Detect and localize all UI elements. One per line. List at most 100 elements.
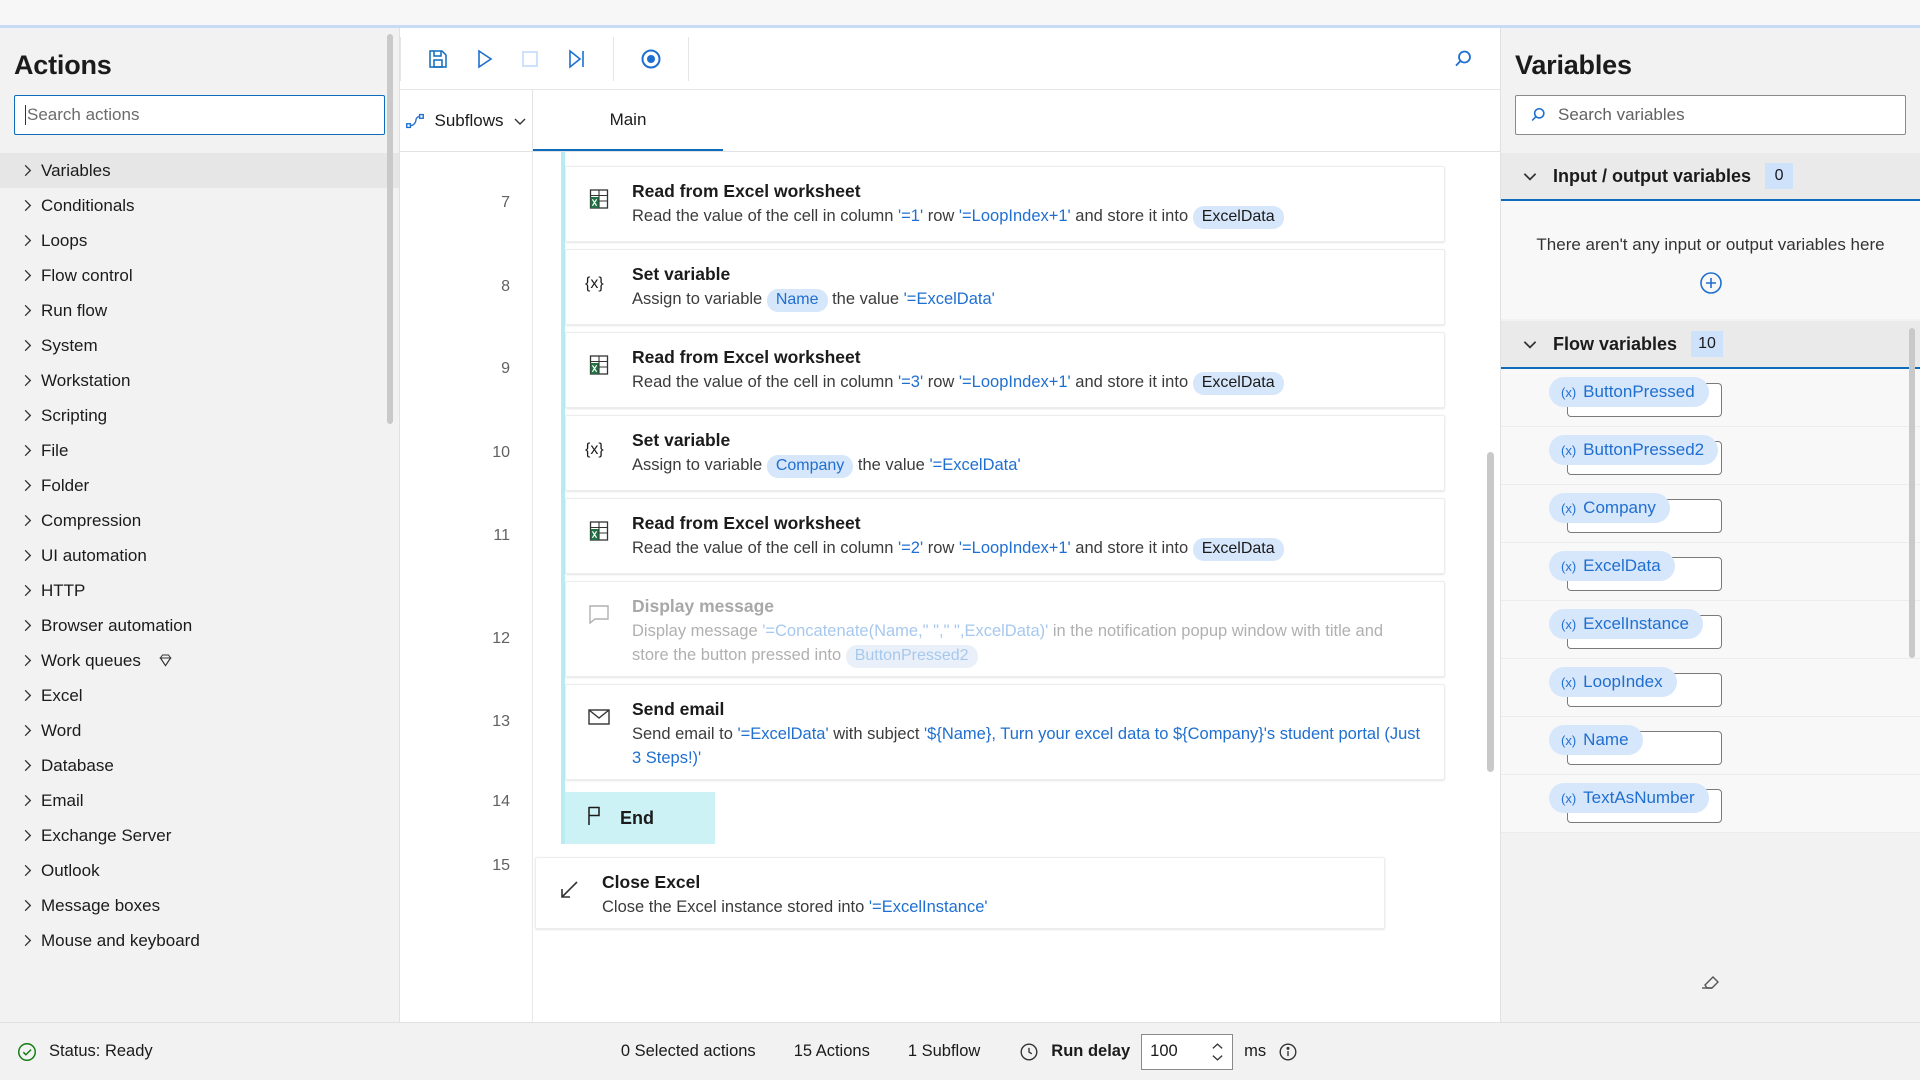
action-card[interactable]: {x} Set variable Assign to variable Compan… <box>565 415 1445 491</box>
run-next-action-button[interactable] <box>553 37 599 81</box>
search-icon[interactable] <box>1440 37 1486 81</box>
add-io-variable-button[interactable] <box>1501 269 1920 319</box>
flow-variables-section-header[interactable]: Flow variables 10 <box>1501 321 1920 369</box>
sidebar-item-label: Browser automation <box>41 615 193 635</box>
description-text: Read the value of the cell in column <box>632 207 898 226</box>
flow-variable-row[interactable]: (x) Company <box>1501 485 1920 543</box>
variable-pill[interactable]: (x) ExcelInstance <box>1549 609 1704 639</box>
sidebar-item-flow-control[interactable]: Flow control <box>0 258 399 293</box>
end-block[interactable]: End <box>565 792 715 844</box>
action-card[interactable]: Display message Display message '=Concate… <box>565 581 1445 677</box>
expression-text: '=ExcelInstance' <box>868 898 988 917</box>
flow-variable-row[interactable]: (x) ButtonPressed2 <box>1501 427 1920 485</box>
sidebar-item-browser-automation[interactable]: Browser automation <box>0 608 399 643</box>
variable-type-icon: (x) <box>1561 616 1577 632</box>
tab-main[interactable]: Main <box>533 90 723 151</box>
variable-pill[interactable]: (x) ButtonPressed <box>1549 377 1709 407</box>
run-delay-stepper[interactable]: 100 <box>1141 1033 1234 1070</box>
description-text: Read the value of the cell in column <box>632 539 898 558</box>
run-button[interactable] <box>461 37 507 81</box>
sidebar-item-loops[interactable]: Loops <box>0 223 399 258</box>
canvas-scrollbar[interactable] <box>1487 452 1494 772</box>
actions-search-wrap: Search actions <box>0 95 399 153</box>
sidebar-item-database[interactable]: Database <box>0 748 399 783</box>
sidebar-item-exchange-server[interactable]: Exchange Server <box>0 818 399 853</box>
sidebar-item-mouse-and-keyboard[interactable]: Mouse and keyboard <box>0 923 399 958</box>
action-description: Assign to variable Company the value '=E… <box>632 453 1424 479</box>
variable-pill[interactable]: (x) TextAsNumber <box>1549 783 1709 813</box>
flow-variable-row[interactable]: (x) ExcelInstance <box>1501 601 1920 659</box>
sidebar-item-label: Loops <box>41 230 88 250</box>
sidebar-item-message-boxes[interactable]: Message boxes <box>0 888 399 923</box>
input-output-variables-section: Input / output variables 0 There aren't … <box>1501 153 1920 319</box>
sidebar-item-run-flow[interactable]: Run flow <box>0 293 399 328</box>
flow-variable-row[interactable]: (x) LoopIndex <box>1501 659 1920 717</box>
eraser-icon[interactable] <box>1698 969 1724 1000</box>
line-number: 7 <box>501 194 510 211</box>
expression-text: '=1' <box>898 207 924 226</box>
flow-variable-row[interactable]: (x) Name <box>1501 717 1920 775</box>
tabs-empty-area <box>723 90 1500 151</box>
stepper-arrows[interactable] <box>1211 1042 1224 1062</box>
sidebar-item-compression[interactable]: Compression <box>0 503 399 538</box>
sidebar-item-variables[interactable]: Variables <box>0 153 399 188</box>
flow-variable-row[interactable]: (x) ExcelData <box>1501 543 1920 601</box>
variables-scrollbar[interactable] <box>1909 328 1915 658</box>
variable-pill[interactable]: (x) ButtonPressed2 <box>1549 435 1719 465</box>
sidebar-item-outlook[interactable]: Outlook <box>0 853 399 888</box>
sidebar-item-folder[interactable]: Folder <box>0 468 399 503</box>
end-block-label: End <box>620 807 654 828</box>
chevron-right-icon <box>20 898 38 913</box>
record-button[interactable] <box>628 37 674 81</box>
variable-pill[interactable]: (x) Name <box>1549 725 1643 755</box>
sidebar-item-word[interactable]: Word <box>0 713 399 748</box>
sidebar-item-file[interactable]: File <box>0 433 399 468</box>
action-card[interactable]: Read from Excel worksheet Read the value … <box>565 332 1445 408</box>
flow-variables-list[interactable]: (x) ButtonPressed (x) ButtonPressed2 (x) Comp… <box>1501 369 1920 833</box>
sidebar-item-work-queues[interactable]: Work queues <box>0 643 399 678</box>
sidebar-item-label: Exchange Server <box>41 825 172 845</box>
chevron-right-icon <box>20 583 38 598</box>
flow-variable-row[interactable]: (x) ButtonPressed <box>1501 369 1920 427</box>
sidebar-item-conditionals[interactable]: Conditionals <box>0 188 399 223</box>
flow-variable-row[interactable]: (x) TextAsNumber <box>1501 775 1920 833</box>
sidebar-item-label: Flow control <box>41 265 133 285</box>
variable-pill[interactable]: (x) Company <box>1549 493 1670 523</box>
power-automate-desktop-window: Actions Search actions Variables Conditio… <box>0 0 1920 1080</box>
action-card[interactable]: Read from Excel worksheet Read the value … <box>565 166 1445 242</box>
action-description: Read the value of the cell in column '=3… <box>632 370 1424 396</box>
action-card[interactable]: Close Excel Close the Excel instance stor… <box>535 857 1385 929</box>
sidebar-item-excel[interactable]: Excel <box>0 678 399 713</box>
action-card[interactable]: {x} Set variable Assign to variable Name t… <box>565 249 1445 325</box>
flow-rows-area[interactable]: Read from Excel worksheet Read the value … <box>533 152 1500 1022</box>
sidebar-item-system[interactable]: System <box>0 328 399 363</box>
action-card[interactable]: Read from Excel worksheet Read the value … <box>565 498 1445 574</box>
sidebar-item-ui-automation[interactable]: UI automation <box>0 538 399 573</box>
search-actions-input[interactable]: Search actions <box>14 95 385 135</box>
subflows-dropdown[interactable]: Subflows <box>400 90 533 151</box>
sidebar-item-scripting[interactable]: Scripting <box>0 398 399 433</box>
save-button[interactable] <box>415 37 461 81</box>
variable-pill[interactable]: (x) ExcelData <box>1549 551 1675 581</box>
actions-scrollbar[interactable] <box>387 34 393 424</box>
premium-gem-icon <box>157 652 174 669</box>
input-output-section-title: Input / output variables <box>1553 165 1752 186</box>
info-icon[interactable] <box>1277 1041 1299 1063</box>
sidebar-item-http[interactable]: HTTP <box>0 573 399 608</box>
actions-category-list[interactable]: Variables Conditionals Loops Flow control Ru… <box>0 153 399 1022</box>
subflow-count: 1 Subflow <box>907 1042 981 1060</box>
line-number: 9 <box>501 360 510 377</box>
sidebar-item-email[interactable]: Email <box>0 783 399 818</box>
search-variables-input[interactable]: Search variables <box>1515 95 1906 135</box>
variable-name: LoopIndex <box>1583 672 1663 691</box>
variable-name: ButtonPressed <box>1583 382 1695 401</box>
chevron-right-icon <box>20 478 38 493</box>
sidebar-item-workstation[interactable]: Workstation <box>0 363 399 398</box>
variables-search-wrap: Search variables <box>1501 95 1920 151</box>
sidebar-item-label: Message boxes <box>41 895 161 915</box>
variable-type-icon: (x) <box>1561 674 1577 690</box>
expression-text: '=2' <box>898 539 924 558</box>
action-card[interactable]: Send email Send email to '=ExcelData' wit… <box>565 684 1445 780</box>
input-output-section-header[interactable]: Input / output variables 0 <box>1501 153 1920 201</box>
variable-pill[interactable]: (x) LoopIndex <box>1549 667 1677 697</box>
